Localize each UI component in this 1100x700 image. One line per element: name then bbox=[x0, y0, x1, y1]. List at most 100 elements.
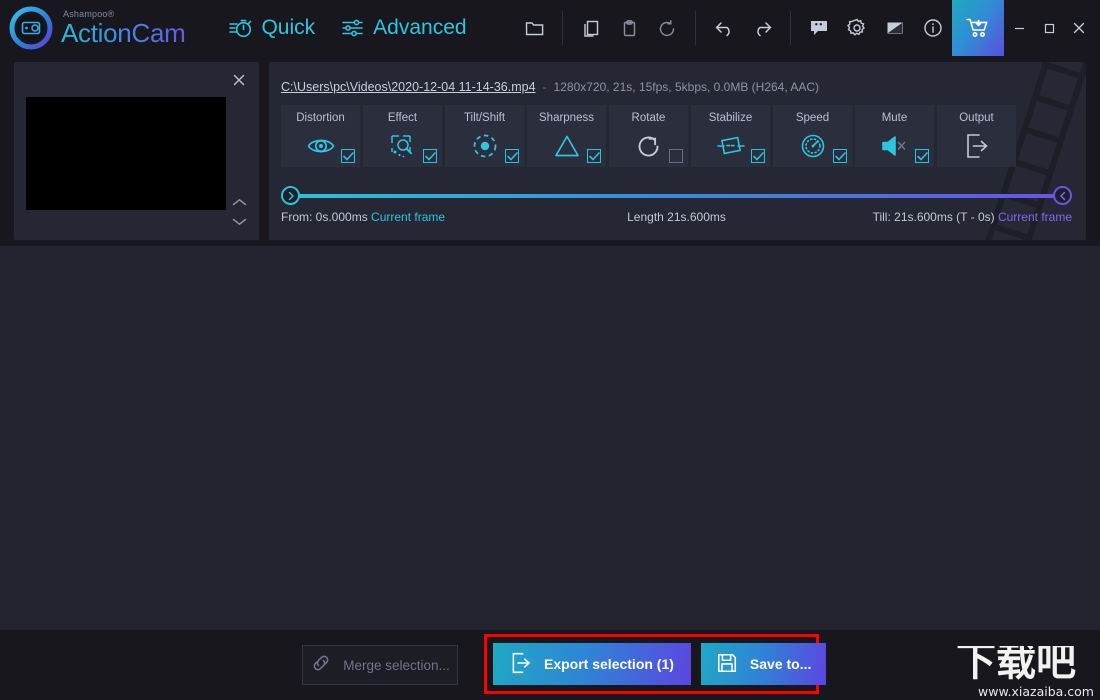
tool-distortion-label: Distortion bbox=[281, 112, 360, 124]
tool-rotate[interactable]: Rotate bbox=[609, 105, 688, 167]
floppy-icon bbox=[716, 652, 738, 677]
tool-sharpness-checkbox[interactable] bbox=[587, 149, 601, 163]
close-icon bbox=[232, 73, 246, 87]
chevron-up-icon bbox=[232, 198, 247, 207]
stopwatch-icon bbox=[229, 17, 253, 39]
tool-tilt-shift-label: Tilt/Shift bbox=[445, 112, 524, 124]
maximize-button[interactable] bbox=[1034, 0, 1064, 56]
settings-button[interactable] bbox=[838, 9, 876, 47]
tool-tilt-shift-checkbox[interactable] bbox=[505, 149, 519, 163]
trim-start-handle[interactable] bbox=[281, 186, 300, 205]
link-icon bbox=[310, 652, 332, 679]
close-button[interactable] bbox=[1064, 0, 1094, 56]
file-path-link[interactable]: C:\Users\pc\Videos\2020-12-04 11-14-36.m… bbox=[281, 80, 536, 94]
gear-icon bbox=[847, 18, 867, 38]
contrast-icon bbox=[885, 19, 905, 37]
toolbar-divider-2 bbox=[695, 11, 696, 45]
toolbar-icons bbox=[515, 9, 952, 47]
theme-button[interactable] bbox=[876, 9, 914, 47]
info-button[interactable] bbox=[914, 9, 952, 47]
tool-mute[interactable]: Mute bbox=[855, 105, 934, 167]
copy-button[interactable] bbox=[572, 9, 610, 47]
minimize-icon bbox=[1013, 22, 1026, 35]
tool-mute-label: Mute bbox=[855, 112, 934, 124]
preview-canvas bbox=[0, 246, 1100, 630]
folder-icon bbox=[525, 19, 544, 37]
nav-item-quick[interactable]: Quick bbox=[229, 16, 315, 40]
undo-icon bbox=[714, 19, 735, 38]
main-nav: Quick Advanced bbox=[229, 16, 466, 40]
nav-item-quick-label: Quick bbox=[261, 16, 315, 40]
redo-icon bbox=[752, 19, 773, 38]
chevron-right-icon bbox=[287, 191, 295, 201]
trim-till-group: Till: 21s.600ms (T - 0s) Current frame bbox=[873, 210, 1072, 224]
tool-effect[interactable]: Effect bbox=[363, 105, 442, 167]
feedback-button[interactable] bbox=[800, 9, 838, 47]
export-icon bbox=[937, 131, 1016, 161]
tool-distortion[interactable]: Distortion bbox=[281, 105, 360, 167]
export-icon bbox=[510, 651, 532, 678]
save-to-label: Save to... bbox=[750, 656, 811, 672]
trim-range-labels: From: 0s.000ms Current frame Length 21s.… bbox=[281, 210, 1072, 228]
toolbar-divider bbox=[562, 11, 563, 45]
file-info-row: C:\Users\pc\Videos\2020-12-04 11-14-36.m… bbox=[281, 80, 819, 94]
cart-download-icon bbox=[965, 15, 991, 41]
tool-speed-checkbox[interactable] bbox=[833, 149, 847, 163]
clipboard-icon bbox=[620, 19, 639, 38]
move-clip-up-button[interactable] bbox=[229, 196, 249, 208]
chevron-down-icon bbox=[232, 217, 247, 226]
maximize-icon bbox=[1043, 22, 1056, 35]
trim-slider[interactable] bbox=[281, 186, 1072, 206]
nav-item-advanced[interactable]: Advanced bbox=[341, 16, 466, 40]
open-folder-button[interactable] bbox=[515, 9, 553, 47]
clip-thumbnail-panel bbox=[14, 62, 259, 240]
tool-stabilize-label: Stabilize bbox=[691, 112, 770, 124]
minimize-button[interactable] bbox=[1004, 0, 1034, 56]
undo-button[interactable] bbox=[705, 9, 743, 47]
tool-distortion-checkbox[interactable] bbox=[341, 149, 355, 163]
tool-effect-checkbox[interactable] bbox=[423, 149, 437, 163]
move-clip-down-button[interactable] bbox=[229, 215, 249, 227]
clip-order-arrows bbox=[229, 196, 249, 227]
cart-button[interactable] bbox=[952, 0, 1004, 56]
tool-stabilize-checkbox[interactable] bbox=[751, 149, 765, 163]
info-icon bbox=[923, 18, 943, 38]
comment-icon bbox=[809, 19, 829, 37]
effects-toolbar: Distortion Effect bbox=[281, 105, 1016, 167]
app-logo: Ashampoo® ActionCam bbox=[0, 6, 185, 50]
tool-speed-label: Speed bbox=[773, 112, 852, 124]
nav-item-advanced-label: Advanced bbox=[373, 16, 466, 40]
brand-name: ActionCam bbox=[61, 20, 185, 46]
chevron-left-icon bbox=[1059, 191, 1067, 201]
tool-sharpness-label: Sharpness bbox=[527, 112, 606, 124]
merge-selection-button[interactable]: Merge selection... bbox=[302, 645, 458, 685]
tool-speed[interactable]: Speed bbox=[773, 105, 852, 167]
redo-button[interactable] bbox=[743, 9, 781, 47]
reset-button[interactable] bbox=[648, 9, 686, 47]
clip-thumbnail-image[interactable] bbox=[26, 97, 226, 210]
tool-tilt-shift[interactable]: Tilt/Shift bbox=[445, 105, 524, 167]
trim-end-handle[interactable] bbox=[1053, 186, 1072, 205]
merge-selection-label: Merge selection... bbox=[343, 658, 450, 673]
file-metadata: 1280x720, 21s, 15fps, 5kbps, 0.0MB (H264… bbox=[554, 80, 820, 94]
save-to-button[interactable]: Save to... bbox=[701, 643, 826, 685]
sliders-icon bbox=[341, 17, 365, 39]
trim-till-current-frame-link[interactable]: Current frame bbox=[998, 210, 1072, 224]
tool-output-label: Output bbox=[937, 112, 1016, 124]
brand-text: Ashampoo® ActionCam bbox=[61, 10, 185, 46]
tool-mute-checkbox[interactable] bbox=[915, 149, 929, 163]
remove-clip-button[interactable] bbox=[229, 70, 249, 90]
paste-button[interactable] bbox=[610, 9, 648, 47]
tool-rotate-checkbox[interactable] bbox=[669, 149, 683, 163]
file-dash: - bbox=[543, 80, 547, 94]
title-bar: Ashampoo® ActionCam Quick bbox=[0, 0, 1100, 56]
export-selection-label: Export selection (1) bbox=[544, 656, 674, 672]
trim-slider-track[interactable] bbox=[290, 194, 1063, 198]
export-selection-button[interactable]: Export selection (1) bbox=[493, 643, 691, 685]
app-window: Ashampoo® ActionCam Quick bbox=[0, 0, 1100, 700]
tool-rotate-label: Rotate bbox=[609, 112, 688, 124]
tool-effect-label: Effect bbox=[363, 112, 442, 124]
tool-output[interactable]: Output bbox=[937, 105, 1016, 167]
tool-stabilize[interactable]: Stabilize bbox=[691, 105, 770, 167]
tool-sharpness[interactable]: Sharpness bbox=[527, 105, 606, 167]
